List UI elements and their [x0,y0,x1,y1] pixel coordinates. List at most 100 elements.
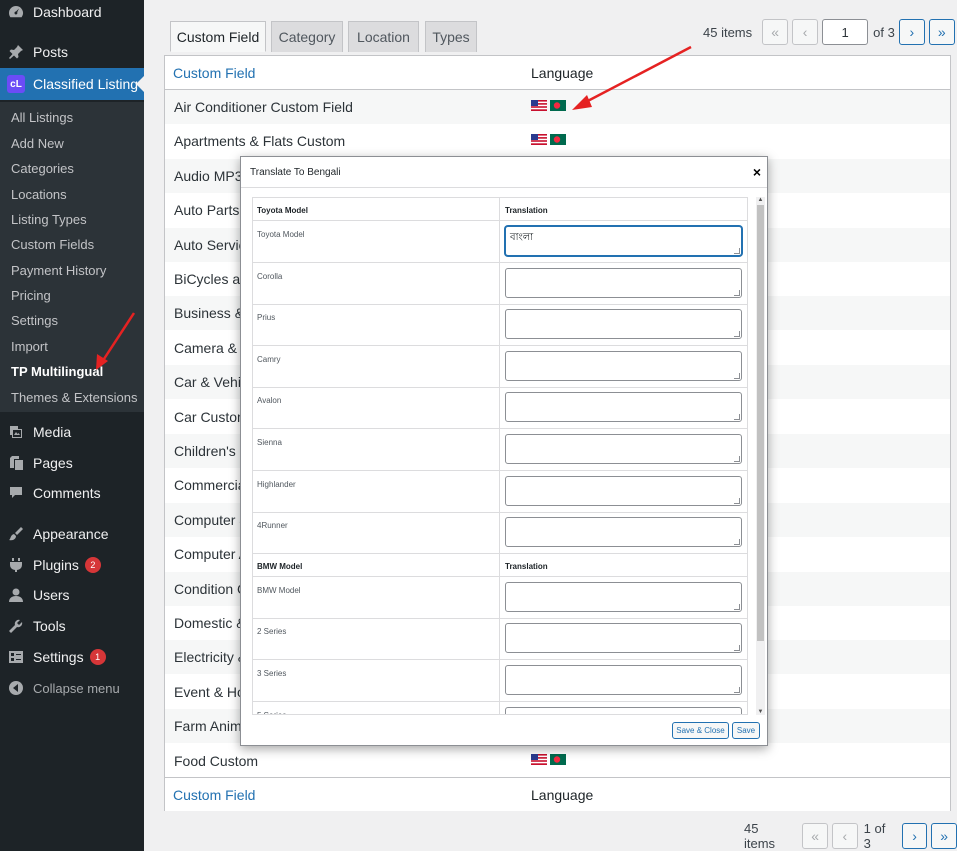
resize-handle-icon[interactable] [734,539,740,546]
prev-page-button[interactable]: ‹ [831,823,858,849]
custom-field-name[interactable]: Auto Servic [174,237,246,253]
translation-textarea[interactable] [505,350,742,381]
us-flag-icon[interactable] [531,134,547,146]
submenu-all-listings[interactable]: All Listings [11,110,73,125]
custom-field-name[interactable]: Computer A [174,546,248,562]
submenu-settings[interactable]: Settings [11,313,58,328]
submenu-pricing[interactable]: Pricing [11,288,51,303]
resize-handle-icon[interactable] [734,645,740,652]
custom-field-name[interactable]: Air Conditioner Custom Field [174,99,353,115]
translation-textarea[interactable] [505,309,742,340]
submenu-tp-multilingual[interactable]: TP Multilingual [11,364,103,379]
translation-textarea[interactable] [505,581,742,612]
custom-field-name[interactable]: Food Custom [174,753,258,769]
source-term: 4Runner [257,521,288,531]
current-page-input[interactable]: 1 [822,19,869,45]
translation-textarea[interactable] [505,665,742,695]
save-close-button[interactable]: Save & Close [672,722,729,739]
resize-handle-icon[interactable] [734,248,740,254]
menu-users[interactable]: Users [0,579,144,611]
modal-scrollbar[interactable]: ▲ ▼ [756,197,765,715]
translation-textarea[interactable] [505,392,742,423]
save-button[interactable]: Save [732,722,760,739]
custom-field-name[interactable]: Commercial [174,477,249,493]
custom-field-name[interactable]: Condition C [174,581,247,597]
first-page-button[interactable]: « [802,823,828,849]
bangladesh-flag-icon[interactable] [550,100,566,111]
menu-dashboard[interactable]: Dashboard [0,0,144,28]
translation-textarea[interactable]: বাংলা [505,226,742,256]
custom-field-name[interactable]: Audio MP3 [174,168,242,184]
resize-handle-icon[interactable] [734,331,740,338]
menu-tools[interactable]: Tools [0,610,144,642]
resize-handle-icon[interactable] [734,687,740,693]
resize-handle-icon[interactable] [734,414,740,421]
footer-custom-field[interactable]: Custom Field [173,787,255,803]
bangladesh-flag-icon[interactable] [550,753,566,765]
column-custom-field[interactable]: Custom Field [173,65,255,81]
first-page-button[interactable]: « [762,19,789,45]
resize-handle-icon[interactable] [734,603,740,610]
custom-field-name[interactable]: Domestic & [174,615,246,631]
translation-textarea[interactable] [505,706,742,714]
menu-label: Users [33,587,70,603]
custom-field-name[interactable]: Children's It [174,443,247,459]
scrollbar-thumb[interactable] [757,205,764,641]
menu-comments[interactable]: Comments [0,477,144,509]
scroll-down-icon[interactable]: ▼ [757,709,764,715]
translation-row: 4Runner [253,512,747,555]
tab-category[interactable]: Category [271,21,343,52]
prev-page-button[interactable]: ‹ [792,19,819,45]
submenu-themes-extensions[interactable]: Themes & Extensions [11,390,137,405]
scroll-up-icon[interactable]: ▲ [757,197,764,203]
us-flag-icon[interactable] [531,100,547,111]
menu-pages[interactable]: Pages [0,447,144,479]
submenu-import[interactable]: Import [11,339,48,354]
translation-textarea[interactable] [505,475,742,506]
close-icon[interactable]: × [753,164,761,180]
resize-handle-icon[interactable] [734,456,740,462]
submenu-categories[interactable]: Categories [11,161,74,176]
translation-row: Corolla [253,263,747,305]
custom-field-name[interactable]: Car Custom [174,409,249,425]
translation-textarea[interactable] [505,434,742,464]
us-flag-icon[interactable] [531,753,547,765]
resize-handle-icon[interactable] [734,497,740,504]
menu-collapse[interactable]: Collapse menu [0,672,144,704]
resize-handle-icon[interactable] [734,372,740,379]
menu-label: Pages [33,455,73,471]
submenu-add-new[interactable]: Add New [11,136,64,151]
menu-posts[interactable]: Posts [0,36,144,68]
last-page-button[interactable]: » [928,19,955,45]
pages-icon [8,455,24,471]
custom-field-name[interactable]: Farm Anima [174,718,249,734]
submenu-listing-types[interactable]: Listing Types [11,212,87,227]
submenu-custom-fields[interactable]: Custom Fields [11,237,94,252]
custom-field-name[interactable]: Electricity & [174,649,247,665]
custom-field-name[interactable]: Computer & [174,512,249,528]
translation-table[interactable]: Toyota Model Translation Toyota Model বাংলা… [252,197,748,715]
translation-column-label: Translation [505,561,548,571]
tab-location[interactable]: Location [348,21,419,52]
tab-custom-field[interactable]: Custom Field [170,21,266,52]
language-flags [531,753,569,765]
menu-classified-listing[interactable]: cL Classified Listing [0,68,144,100]
translation-textarea[interactable] [505,267,742,298]
submenu-locations[interactable]: Locations [11,187,67,202]
next-page-button[interactable]: › [901,823,928,849]
next-page-button[interactable]: › [898,19,925,45]
menu-media[interactable]: Media [0,416,144,448]
tab-types[interactable]: Types [425,21,477,52]
bangladesh-flag-icon[interactable] [550,134,566,146]
language-flags [531,100,569,111]
submenu-payment-history[interactable]: Payment History [11,263,106,278]
last-page-button[interactable]: » [931,823,957,849]
menu-appearance[interactable]: Appearance [0,518,144,550]
custom-field-name[interactable]: Car & Vehic [174,374,248,390]
custom-field-name[interactable]: Apartments & Flats Custom [174,133,345,149]
resize-handle-icon[interactable] [734,289,740,296]
translation-textarea[interactable] [505,623,742,654]
translation-textarea[interactable] [505,517,742,548]
menu-plugins[interactable]: Plugins 2 [0,549,144,581]
menu-settings[interactable]: Settings 1 [0,641,144,673]
